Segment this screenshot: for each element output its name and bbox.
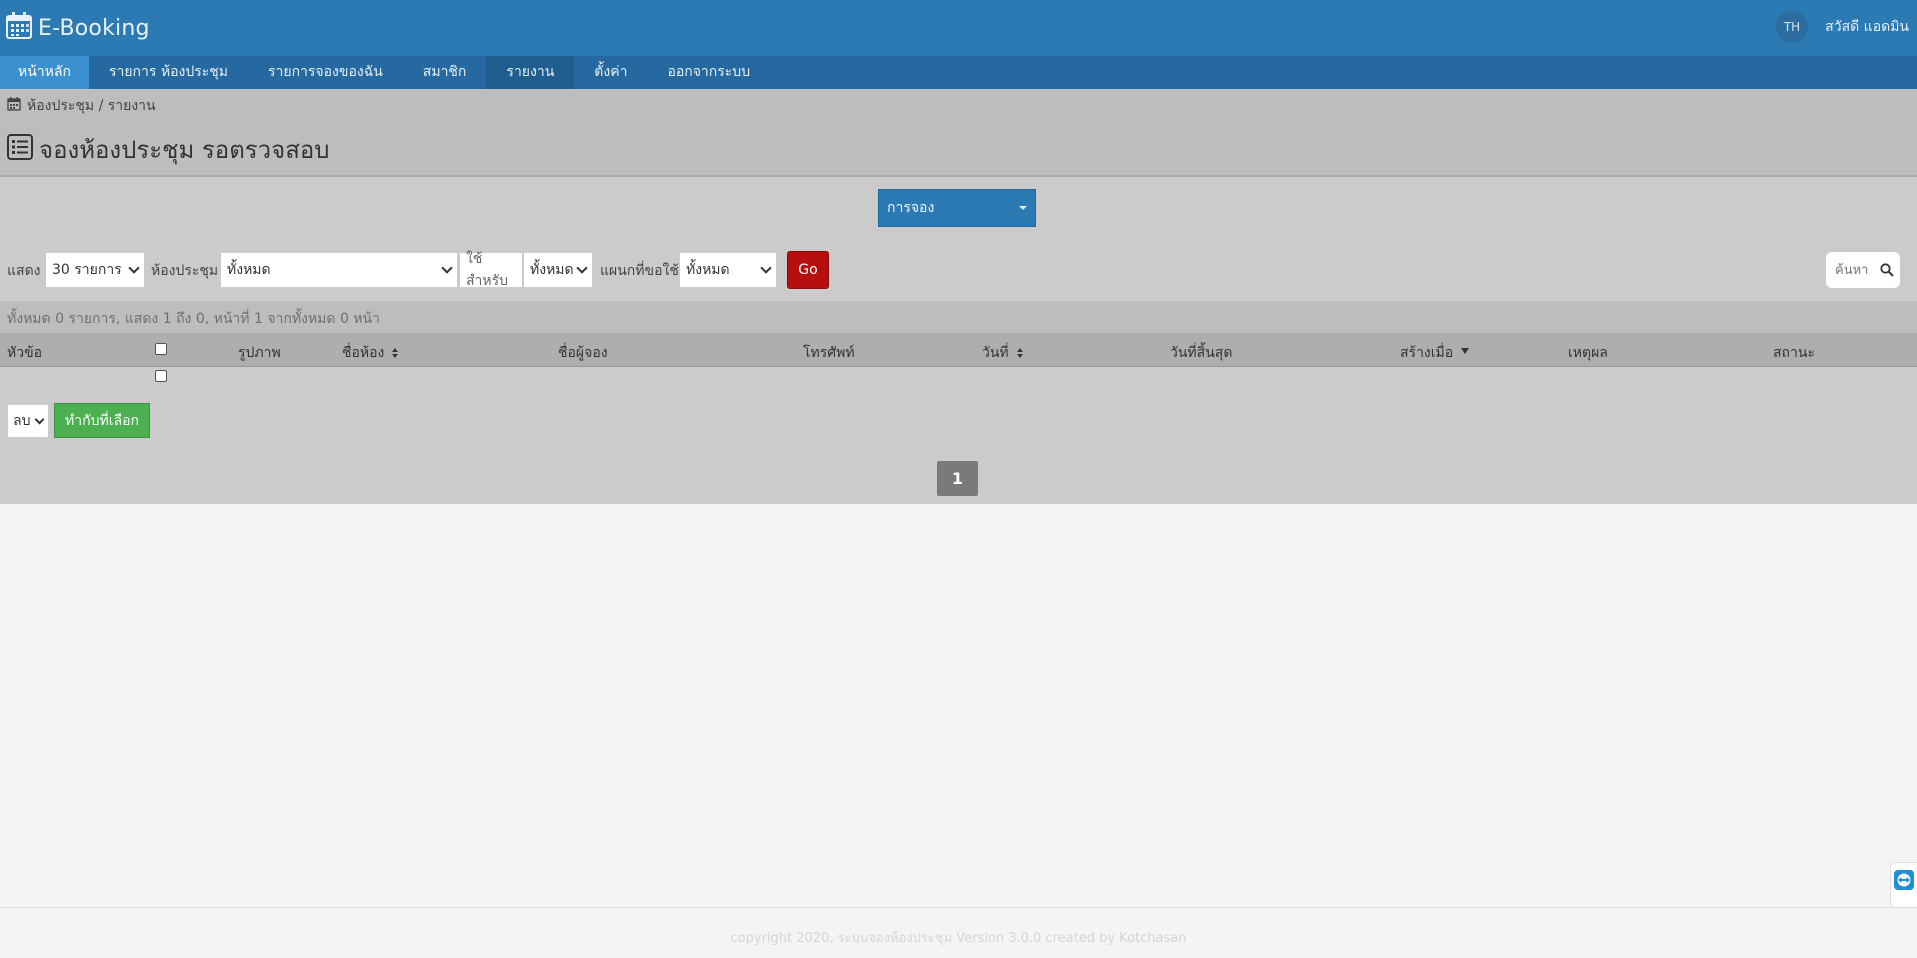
pagination-page[interactable]: 1 xyxy=(937,461,978,496)
search-input[interactable] xyxy=(1835,262,1875,278)
nav-home[interactable]: หน้าหลัก xyxy=(0,56,89,89)
search-box xyxy=(1826,252,1900,288)
page-size-select[interactable]: 30 รายการ xyxy=(45,252,145,288)
bulk-action-value: ลบ xyxy=(13,413,31,429)
page-title: จองห้องประชุม รอตรวจสอบ xyxy=(7,130,330,169)
list-icon xyxy=(7,133,39,166)
results-summary: ทั้งหมด 0 รายการ, แสดง 1 ถึง 0, หน้าที่ … xyxy=(0,301,1917,333)
chevron-down-icon xyxy=(128,262,140,274)
column-header-reason: เหตุผล xyxy=(1568,345,1608,361)
main-nav: หน้าหลัก รายการ ห้องประชุม รายการจองของฉ… xyxy=(0,56,1917,89)
use-for-label: ใช้สำหรับ xyxy=(459,251,523,289)
sort-icon[interactable] xyxy=(1016,348,1023,358)
remote-support-icon xyxy=(1894,870,1914,890)
remote-support-tab[interactable] xyxy=(1890,862,1917,908)
chevron-down-icon xyxy=(760,262,772,274)
type-select-value: การจอง xyxy=(887,200,935,216)
table-header: หัวข้อ รูปภาพ ชื่อห้อง ชื่อผู้จอง โทรศัพ… xyxy=(0,333,1917,367)
nav-reports[interactable]: รายงาน xyxy=(486,56,575,89)
select-all-checkbox-footer[interactable] xyxy=(155,370,167,382)
calendar-icon xyxy=(6,12,32,44)
department-value: ทั้งหมด xyxy=(686,262,730,278)
column-header-created-at[interactable]: สร้างเมื่อ xyxy=(1400,342,1470,364)
caret-down-icon xyxy=(1019,206,1027,210)
breadcrumb-text[interactable]: ห้องประชุม / รายงาน xyxy=(27,95,156,117)
top-bar: E-Booking TH สวัสดี แอดมิน xyxy=(0,0,1917,56)
column-header-room-name[interactable]: ชื่อห้อง xyxy=(342,342,399,364)
user-greeting[interactable]: สวัสดี แอดมิน xyxy=(1825,16,1909,38)
use-for-value: ทั้งหมด xyxy=(530,262,574,278)
nav-rooms[interactable]: รายการ ห้องประชุม xyxy=(89,56,248,89)
search-icon[interactable] xyxy=(1880,263,1894,277)
app-title: E-Booking xyxy=(38,15,150,41)
footer-divider xyxy=(0,907,1917,908)
chevron-down-icon xyxy=(34,414,45,424)
department-label: แผนกที่ขอใช้ xyxy=(600,263,679,279)
page-title-text: จองห้องประชุม รอตรวจสอบ xyxy=(39,136,330,164)
go-button[interactable]: Go xyxy=(787,251,829,289)
column-header-topic: หัวข้อ xyxy=(7,345,43,361)
nav-settings[interactable]: ตั้งค่า xyxy=(574,56,647,89)
footer-copyright: copyright 2020, ระบบจองห้องประชุม Versio… xyxy=(730,931,1187,946)
sort-icon[interactable] xyxy=(392,348,399,358)
brand[interactable]: E-Booking xyxy=(6,12,150,44)
apply-selected-button[interactable]: ทำกับที่เลือก xyxy=(54,403,150,438)
select-all-checkbox[interactable] xyxy=(155,343,167,355)
room-select[interactable]: ทั้งหมด xyxy=(220,252,458,288)
column-header-phone: โทรศัพท์ xyxy=(803,345,855,361)
room-label: ห้องประชุม xyxy=(151,263,219,279)
column-header-booker-name: ชื่อผู้จอง xyxy=(558,345,608,361)
nav-logout[interactable]: ออกจากระบบ xyxy=(647,56,770,89)
bulk-action-select[interactable]: ลบ xyxy=(7,404,49,438)
show-label: แสดง xyxy=(7,263,41,279)
page-size-value: 30 รายการ xyxy=(52,262,122,278)
calendar-icon xyxy=(7,97,27,115)
department-select[interactable]: ทั้งหมด xyxy=(679,252,777,288)
column-header-image: รูปภาพ xyxy=(238,345,281,361)
language-button[interactable]: TH xyxy=(1776,11,1808,43)
column-header-date[interactable]: วันที่ xyxy=(982,342,1023,364)
type-select[interactable]: การจอง xyxy=(878,189,1036,227)
nav-members[interactable]: สมาชิก xyxy=(403,56,487,89)
chevron-down-icon xyxy=(441,262,453,274)
nav-my-bookings[interactable]: รายการจองของฉัน xyxy=(248,56,403,89)
column-header-end-date: วันที่สิ้นสุด xyxy=(1170,345,1233,361)
filter-bar: แสดง 30 รายการ ห้องประชุม ทั้งหมด ใช้สำห… xyxy=(0,250,1917,289)
chevron-down-icon xyxy=(576,262,588,274)
column-header-status: สถานะ xyxy=(1773,345,1815,361)
breadcrumb: ห้องประชุม / รายงาน xyxy=(7,95,156,117)
sort-descending-icon[interactable] xyxy=(1461,348,1470,354)
use-for-select[interactable]: ทั้งหมด xyxy=(523,252,593,288)
room-value: ทั้งหมด xyxy=(227,262,271,278)
